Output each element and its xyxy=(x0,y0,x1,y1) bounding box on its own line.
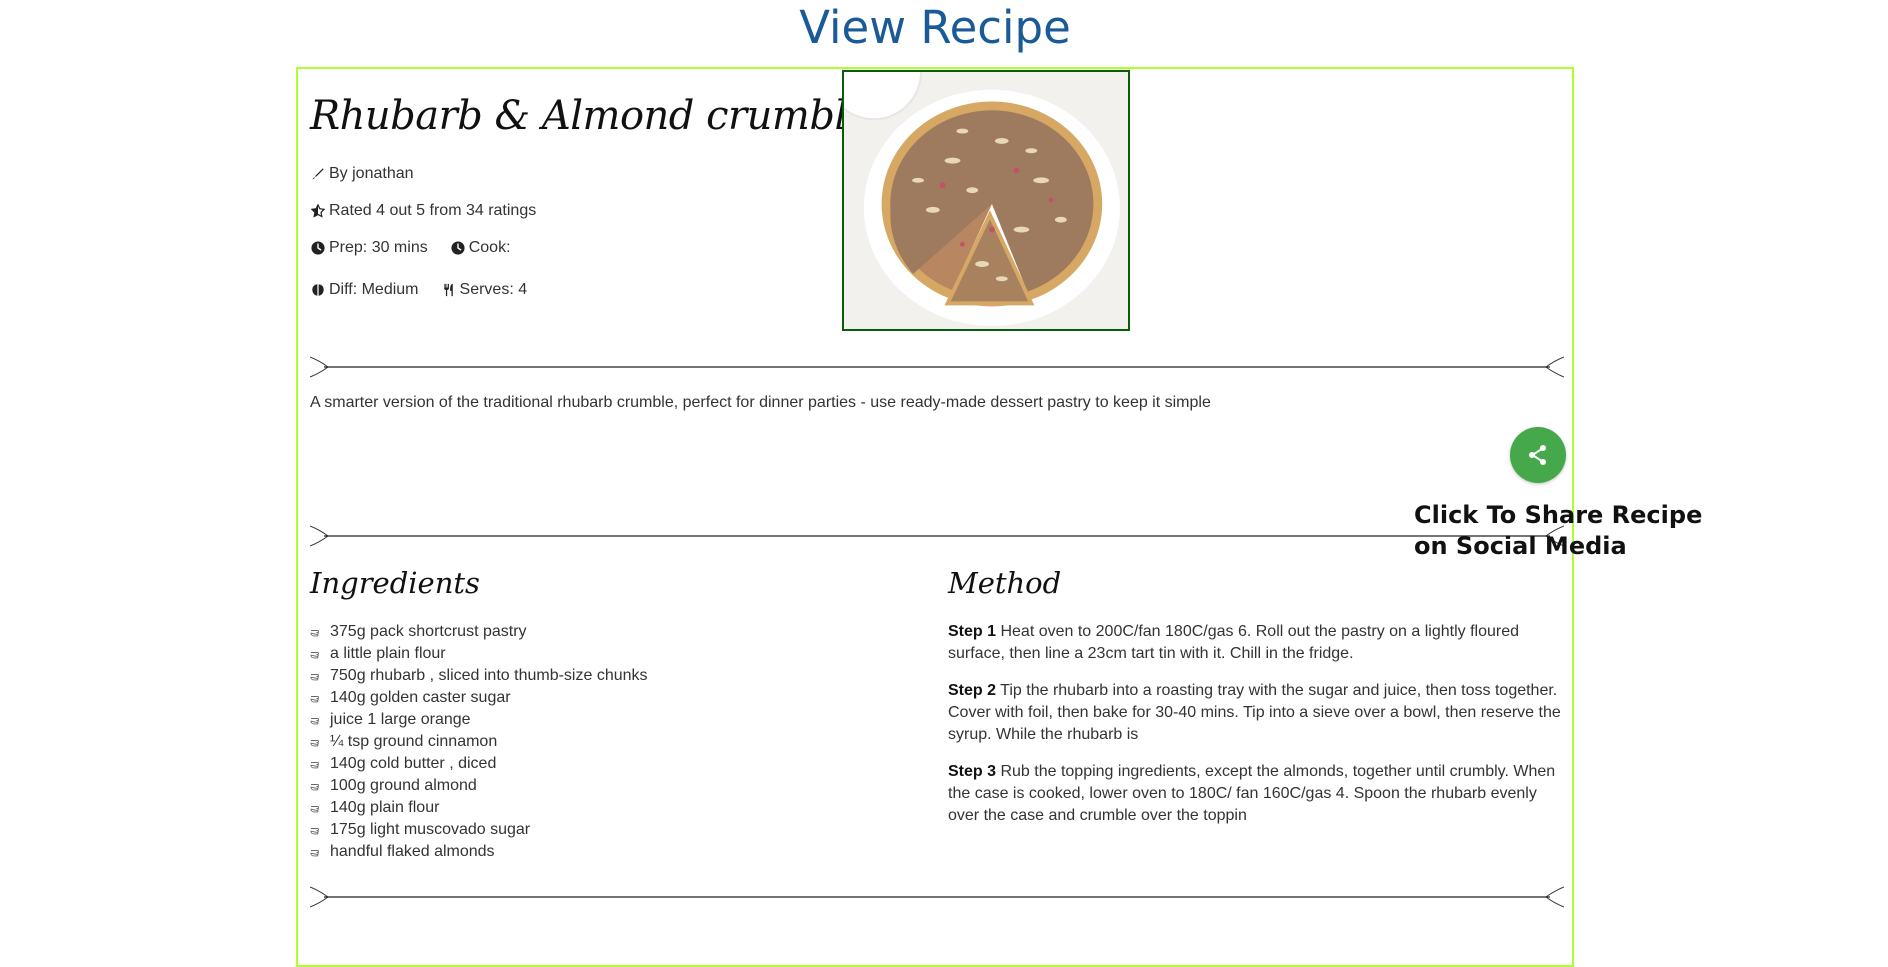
ingredient-text: 750g rhubarb , sliced into thumb-size ch… xyxy=(330,667,648,684)
recipe-description: A smarter version of the traditional rhu… xyxy=(310,394,1211,411)
hand-pointer-icon xyxy=(310,626,330,638)
method-step: Step 2 Tip the rhubarb into a roasting t… xyxy=(948,680,1568,746)
recipe-rating: Rated 4 out 5 from 34 ratings xyxy=(329,202,537,219)
list-item: juice 1 large orange xyxy=(310,709,648,731)
list-item: 175g light muscovado sugar xyxy=(310,819,648,841)
hand-pointer-icon xyxy=(310,670,330,682)
list-item: a little plain flour xyxy=(310,643,648,665)
ingredient-text: 375g pack shortcrust pastry xyxy=(330,623,527,640)
hand-pointer-icon xyxy=(310,824,330,836)
step-label: Step 1 xyxy=(948,623,997,640)
step-text: Rub the topping ingredients, except the … xyxy=(948,763,1556,824)
rating-row: Rated 4 out 5 from 34 ratings xyxy=(310,202,536,220)
method-step: Step 1 Heat oven to 200C/fan 180C/gas 6.… xyxy=(948,621,1568,665)
hand-pointer-icon xyxy=(310,736,330,748)
list-item: 140g plain flour xyxy=(310,797,648,819)
list-item: handful flaked almonds xyxy=(310,841,648,863)
ornamental-divider xyxy=(310,355,1564,379)
method-heading: Method xyxy=(948,566,1062,600)
method-step: Step 3 Rub the topping ingredients, exce… xyxy=(948,761,1568,827)
ingredient-text: 140g cold butter , diced xyxy=(330,755,497,772)
list-item: 140g cold butter , diced xyxy=(310,753,648,775)
serves: Serves: 4 xyxy=(459,281,528,298)
hand-pointer-icon xyxy=(310,780,330,792)
pen-icon xyxy=(310,166,326,182)
share-button[interactable] xyxy=(1510,427,1566,483)
list-item: 375g pack shortcrust pastry xyxy=(310,621,648,643)
hand-pointer-icon xyxy=(310,758,330,770)
author-row: By jonathan xyxy=(310,165,414,183)
recipe-image xyxy=(842,70,1130,331)
cook-time: Cook: xyxy=(468,239,511,256)
recipe-author: By jonathan xyxy=(329,165,414,182)
ornamental-divider xyxy=(310,885,1564,909)
step-label: Step 2 xyxy=(948,682,997,699)
ingredient-text: juice 1 large orange xyxy=(330,711,471,728)
method-steps: Step 1 Heat oven to 200C/fan 180C/gas 6.… xyxy=(948,621,1568,842)
hand-pointer-icon xyxy=(310,648,330,660)
ingredients-list: 375g pack shortcrust pastry a little plai… xyxy=(310,621,648,863)
ingredient-text: 140g plain flour xyxy=(330,799,440,816)
prep-time: Prep: 30 mins xyxy=(329,239,428,256)
list-item: 750g rhubarb , sliced into thumb-size ch… xyxy=(310,665,648,687)
ingredient-text: ¼ tsp ground cinnamon xyxy=(330,733,498,750)
clock-icon xyxy=(310,240,326,256)
hand-pointer-icon xyxy=(310,714,330,726)
step-label: Step 3 xyxy=(948,763,997,780)
list-item: ¼ tsp ground cinnamon xyxy=(310,731,648,753)
ingredient-text: 140g golden caster sugar xyxy=(330,689,511,706)
ingredient-text: a little plain flour xyxy=(330,645,446,662)
hand-pointer-icon xyxy=(310,846,330,858)
star-half-icon xyxy=(310,203,326,219)
ingredient-text: handful flaked almonds xyxy=(330,843,495,860)
share-icon xyxy=(1529,445,1546,465)
clock-icon xyxy=(450,240,466,256)
list-item: 100g ground almond xyxy=(310,775,648,797)
step-text: Tip the rhubarb into a roasting tray wit… xyxy=(948,682,1561,743)
ingredient-text: 175g light muscovado sugar xyxy=(330,821,531,838)
time-row: Prep: 30 mins Cook: xyxy=(310,239,511,257)
hand-pointer-icon xyxy=(310,692,330,704)
ornamental-divider xyxy=(310,524,1564,548)
brain-icon xyxy=(310,282,326,298)
difficulty: Diff: Medium xyxy=(329,281,419,298)
share-caption: Click To Share Recipe on Social Media xyxy=(1414,501,1703,560)
ingredient-text: 100g ground almond xyxy=(330,777,477,794)
step-text: Heat oven to 200C/fan 180C/gas 6. Roll o… xyxy=(948,623,1520,662)
list-item: 140g golden caster sugar xyxy=(310,687,648,709)
recipe-card: Rhubarb & Almond crumble tart By jonatha… xyxy=(296,67,1574,967)
hand-pointer-icon xyxy=(310,802,330,814)
utensils-icon xyxy=(441,282,457,298)
ingredients-heading: Ingredients xyxy=(310,566,480,600)
difficulty-row: Diff: Medium Serves: 4 xyxy=(310,281,527,299)
page-title: View Recipe xyxy=(799,1,1071,54)
